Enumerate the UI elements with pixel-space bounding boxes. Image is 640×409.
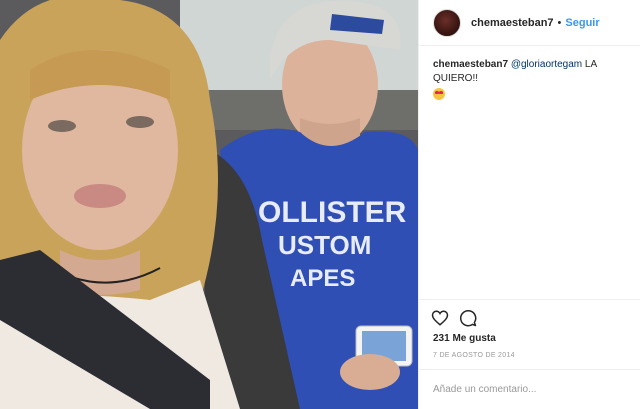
woman-right-eye: [126, 116, 154, 128]
man-hand: [340, 354, 400, 390]
comment-button[interactable]: [459, 309, 477, 327]
heart-eyes-emoji-icon: [433, 88, 445, 100]
like-button[interactable]: [431, 309, 449, 327]
woman-left-eye: [48, 120, 76, 132]
shirt-text-line-2: USTOM: [278, 230, 371, 260]
shirt-text-line-3: APES: [290, 265, 355, 292]
comment-input[interactable]: Añade un comentario...: [419, 369, 640, 409]
avatar[interactable]: [433, 8, 461, 37]
post-photo[interactable]: OLLISTER USTOM APES: [0, 0, 418, 409]
heart-icon: [431, 309, 449, 326]
post-header: chemaesteban7 • Seguir: [419, 0, 640, 46]
caption-username[interactable]: chemaesteban7: [433, 59, 508, 70]
like-count[interactable]: 231 Me gusta: [419, 329, 640, 344]
comment-icon: [460, 309, 477, 326]
shirt-text-line-1: OLLISTER: [258, 196, 407, 229]
post-footer: 231 Me gusta 7 DE AGOSTO DE 2014 Añade u…: [419, 299, 640, 409]
action-bar: [419, 299, 640, 329]
header-username[interactable]: chemaesteban7: [471, 17, 554, 29]
photo-illustration: OLLISTER USTOM APES: [0, 0, 418, 409]
caption: chemaesteban7 @gloriaortegam LA QUIERO!!: [419, 46, 640, 103]
woman-lips: [74, 184, 126, 208]
post-date: 7 DE AGOSTO DE 2014: [433, 352, 515, 359]
instagram-post: OLLISTER USTOM APES chemaesteban7 • Segu…: [0, 0, 640, 409]
caption-mention[interactable]: @gloriaortegam: [511, 59, 582, 70]
header-separator: •: [557, 16, 562, 29]
post-sidebar: chemaesteban7 • Seguir chemaesteban7 @gl…: [418, 0, 640, 409]
follow-button[interactable]: Seguir: [565, 17, 599, 29]
